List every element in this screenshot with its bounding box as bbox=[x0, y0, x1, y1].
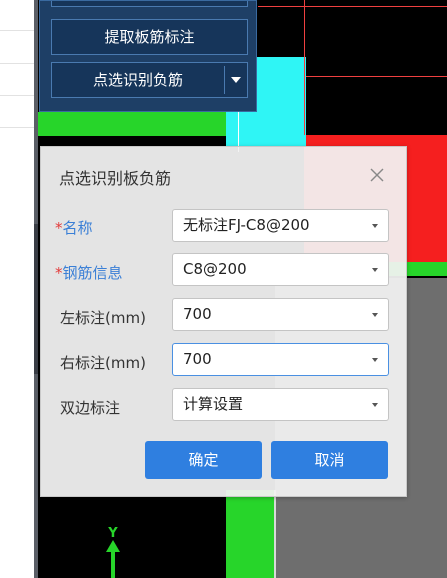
cancel-button[interactable]: 取消 bbox=[271, 441, 388, 479]
rebar-info-label: *钢筋信息 bbox=[55, 262, 123, 283]
close-icon[interactable] bbox=[369, 167, 385, 183]
pick-identify-negative-rebar-button[interactable]: 点选识别负筋 bbox=[51, 62, 248, 98]
panel-divider bbox=[0, 95, 34, 96]
rebar-info-value: C8@200 bbox=[183, 260, 247, 278]
red-line bbox=[306, 76, 447, 77]
green-beam[interactable] bbox=[226, 490, 274, 578]
panel-divider bbox=[0, 30, 34, 31]
double-side-annotation-select[interactable]: 计算设置 bbox=[172, 388, 389, 421]
rebar-toolbar: 提取板筋标注 点选识别负筋 bbox=[39, 0, 257, 112]
panel-divider bbox=[0, 63, 34, 64]
toolbar-button-partial[interactable] bbox=[51, 1, 248, 7]
required-marker: * bbox=[55, 264, 63, 282]
rebar-info-select[interactable]: C8@200 bbox=[172, 253, 389, 286]
chevron-down-icon bbox=[372, 313, 378, 317]
required-marker: * bbox=[55, 219, 63, 237]
pick-identify-label[interactable]: 点选识别负筋 bbox=[52, 63, 224, 97]
left-side-panel bbox=[0, 0, 34, 578]
dropdown-arrow-icon[interactable] bbox=[225, 63, 247, 97]
red-line bbox=[258, 6, 447, 7]
right-annotation-label: 右标注(mm) bbox=[60, 354, 146, 372]
name-label: *名称 bbox=[55, 217, 93, 238]
ok-button[interactable]: 确定 bbox=[145, 441, 262, 479]
name-select[interactable]: 无标注FJ-C8@200 bbox=[172, 209, 389, 242]
green-beam[interactable] bbox=[38, 112, 226, 136]
y-axis-arrow-icon bbox=[106, 540, 120, 578]
right-annotation-select[interactable]: 700 bbox=[172, 343, 389, 376]
extract-slab-rebar-annotation-button[interactable]: 提取板筋标注 bbox=[51, 19, 248, 55]
panel-divider bbox=[0, 127, 34, 128]
red-line bbox=[304, 0, 305, 135]
name-value: 无标注FJ-C8@200 bbox=[183, 216, 310, 234]
chevron-down-icon bbox=[372, 268, 378, 272]
left-annotation-value: 700 bbox=[183, 305, 212, 323]
beam-edge bbox=[274, 490, 276, 578]
double-side-annotation-value: 计算设置 bbox=[183, 395, 244, 413]
double-side-annotation-label: 双边标注 bbox=[60, 399, 121, 417]
rebar-info-label-text: 钢筋信息 bbox=[62, 264, 123, 282]
right-annotation-value: 700 bbox=[183, 350, 212, 368]
left-annotation-label: 左标注(mm) bbox=[60, 309, 146, 327]
chevron-down-icon bbox=[372, 358, 378, 362]
left-annotation-select[interactable]: 700 bbox=[172, 298, 389, 331]
chevron-down-icon bbox=[372, 224, 378, 228]
name-label-text: 名称 bbox=[62, 219, 93, 237]
pick-negative-rebar-dialog: 点选识别板负筋 *名称 无标注FJ-C8@200 *钢筋信息 C8@200 左标… bbox=[40, 146, 407, 497]
dialog-title: 点选识别板负筋 bbox=[59, 169, 172, 188]
chevron-down-icon bbox=[372, 403, 378, 407]
